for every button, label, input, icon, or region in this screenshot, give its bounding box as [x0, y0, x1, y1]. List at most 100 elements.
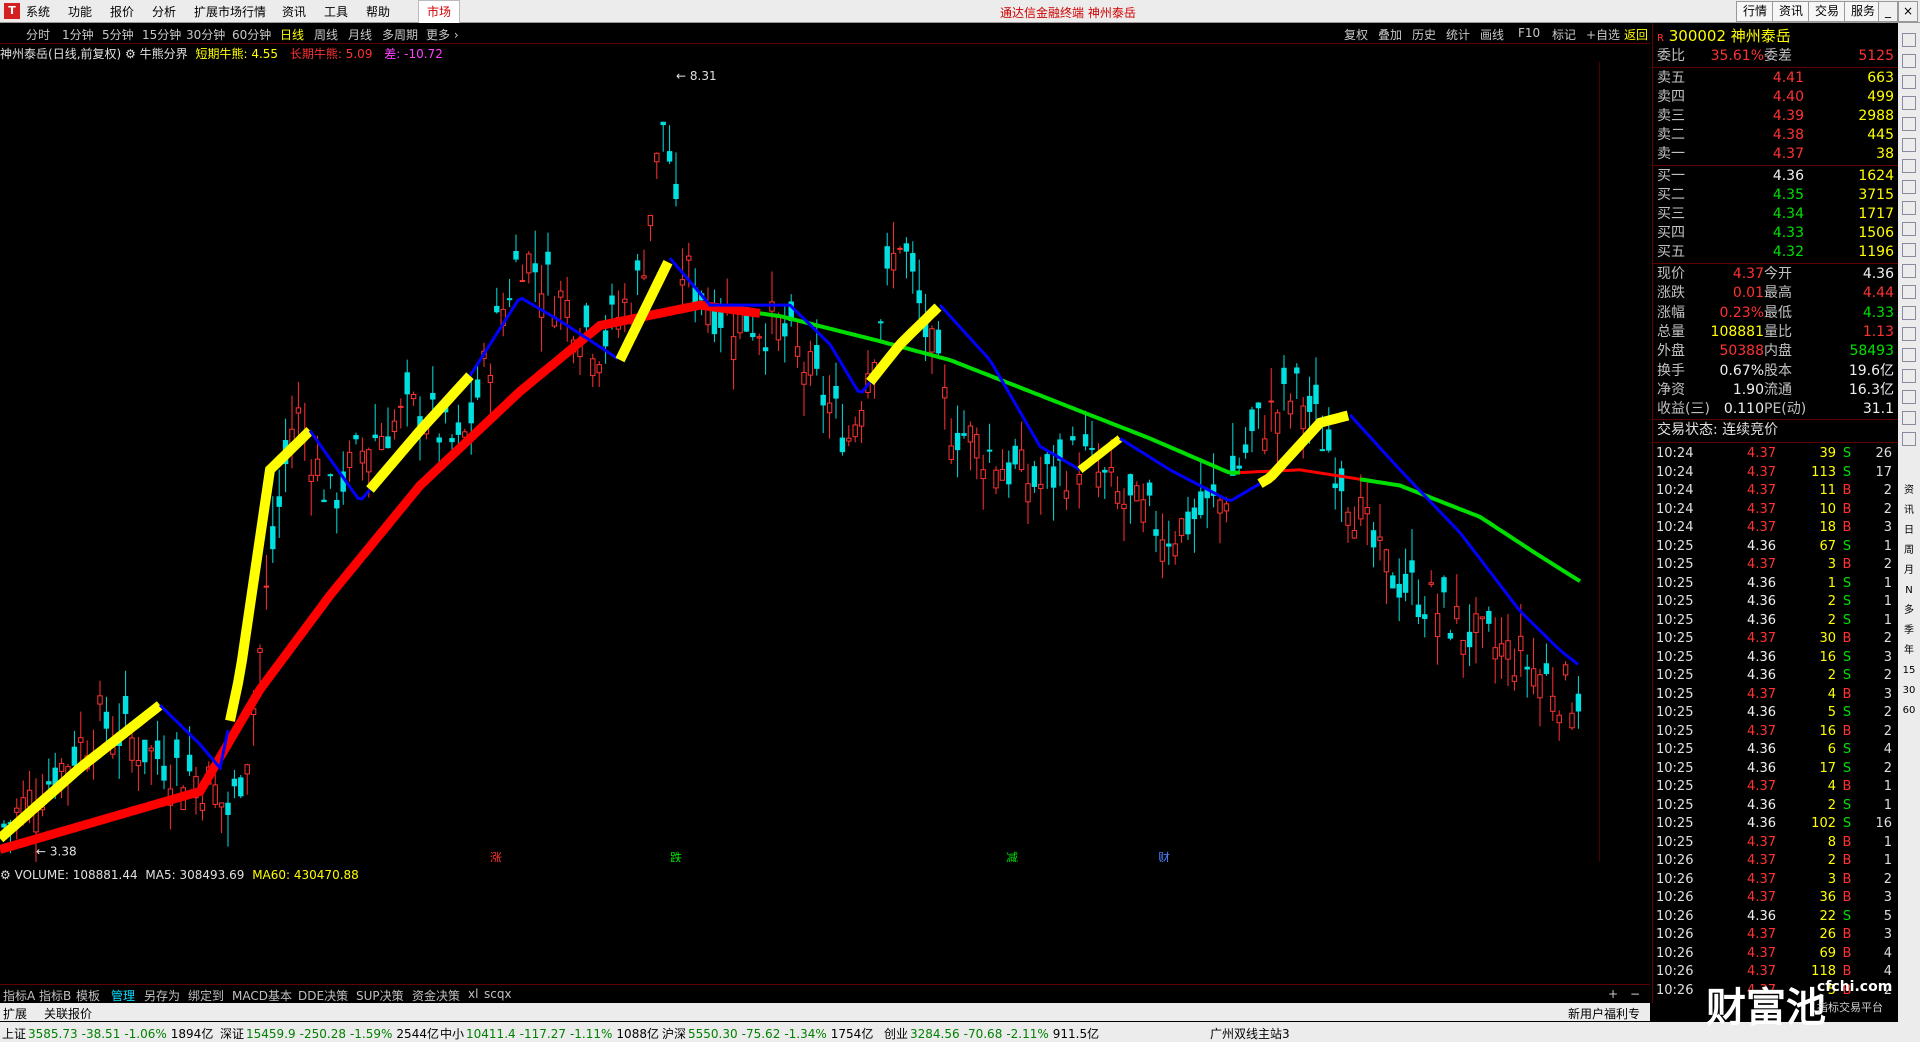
tab-save-as[interactable]: 另存为	[144, 987, 180, 1004]
extension-button[interactable]: 扩展	[3, 1005, 27, 1022]
strip-daily-icon[interactable]: 日	[1901, 523, 1917, 539]
bid-row[interactable]: 买三 4.34 1717	[1657, 205, 1894, 224]
tab-dde[interactable]: DDE决策	[298, 987, 348, 1004]
period-1min[interactable]: 1分钟	[62, 26, 94, 43]
period-60min[interactable]: 60分钟	[232, 26, 271, 43]
minimize-icon[interactable]: _	[1878, 1, 1898, 22]
tool-icon[interactable]	[1902, 369, 1916, 383]
overlay-button[interactable]: 叠加	[1378, 26, 1402, 43]
menu-extended-market[interactable]: 扩展市场行情	[194, 3, 266, 20]
strip-news-icon[interactable]: 讯	[1901, 503, 1917, 519]
period-15min[interactable]: 15分钟	[142, 26, 181, 43]
menu-tools[interactable]: 工具	[324, 3, 348, 20]
ask-row[interactable]: 卖四 4.40 499	[1657, 88, 1894, 107]
period-monthly[interactable]: 月线	[348, 26, 372, 43]
tool-icon[interactable]	[1902, 264, 1916, 278]
period-weekly[interactable]: 周线	[314, 26, 338, 43]
market-button[interactable]: 市场	[418, 0, 461, 24]
tab-template[interactable]: 模板	[76, 987, 100, 1004]
tool-icon[interactable]	[1902, 306, 1916, 320]
menu-help[interactable]: 帮助	[366, 3, 390, 20]
tool-icon[interactable]	[1902, 159, 1916, 173]
strip-weekly-icon[interactable]: 周	[1901, 543, 1917, 559]
add-watchlist-button[interactable]: +自选	[1586, 26, 1620, 43]
fuquan-button[interactable]: 复权	[1344, 26, 1368, 43]
tab-macd[interactable]: MACD基本	[232, 987, 292, 1004]
news-top-button[interactable]: 资讯	[1772, 1, 1811, 22]
zoom-out-icon[interactable]: −	[1630, 987, 1640, 1001]
strip-year-icon[interactable]: 年	[1901, 643, 1917, 659]
volume-gear-icon[interactable]: ⚙	[0, 868, 11, 882]
tool-icon[interactable]	[1902, 285, 1916, 299]
period-30min[interactable]: 30分钟	[186, 26, 225, 43]
tool-icon[interactable]	[1902, 138, 1916, 152]
tool-icon[interactable]	[1902, 33, 1916, 47]
close-icon[interactable]: ×	[1898, 1, 1918, 22]
tool-icon[interactable]	[1902, 348, 1916, 362]
menu-news[interactable]: 资讯	[282, 3, 306, 20]
ask-row[interactable]: 卖二 4.38 445	[1657, 126, 1894, 145]
zoom-in-icon[interactable]: +	[1608, 987, 1618, 1001]
indicator-name[interactable]: 牛熊分界	[140, 47, 188, 61]
index-quote[interactable]: 上证 3585.73 -38.51 -1.06% 1894亿	[2, 1025, 213, 1042]
menu-quote[interactable]: 报价	[110, 3, 134, 20]
back-button[interactable]: 返回	[1624, 26, 1648, 43]
trade-top-button[interactable]: 交易	[1808, 1, 1847, 22]
tool-icon[interactable]	[1902, 243, 1916, 257]
strip-min15-icon[interactable]: 15	[1901, 663, 1917, 679]
history-button[interactable]: 历史	[1412, 26, 1436, 43]
period-daily[interactable]: 日线	[280, 26, 304, 43]
tool-icon[interactable]	[1902, 432, 1916, 446]
tool-icon[interactable]	[1902, 180, 1916, 194]
stats-button[interactable]: 统计	[1446, 26, 1470, 43]
tool-icon[interactable]	[1902, 54, 1916, 68]
tool-icon[interactable]	[1902, 75, 1916, 89]
index-quote[interactable]: 沪深 5550.30 -75.62 -1.34% 1754亿	[662, 1025, 873, 1042]
tab-fund[interactable]: 资金决策	[412, 987, 460, 1004]
strip-quarter-icon[interactable]: 季	[1901, 623, 1917, 639]
strip-monthly-icon[interactable]: 月	[1901, 563, 1917, 579]
f10-button[interactable]: F10	[1518, 26, 1540, 40]
bid-row[interactable]: 买一 4.36 1624	[1657, 167, 1894, 186]
tool-icon[interactable]	[1902, 222, 1916, 236]
index-quote[interactable]: 中小 10411.4 -117.27 -1.11% 1088亿	[440, 1025, 659, 1042]
ask-row[interactable]: 卖三 4.39 2988	[1657, 107, 1894, 126]
strip-min30-icon[interactable]: 30	[1901, 683, 1917, 699]
strip-multi-icon[interactable]: 多	[1901, 603, 1917, 619]
bid-row[interactable]: 买五 4.32 1196	[1657, 243, 1894, 262]
index-quote[interactable]: 创业 3284.56 -70.68 -2.11% 911.5亿	[884, 1025, 1099, 1042]
tab-xl[interactable]: xl	[468, 987, 478, 1001]
ask-row[interactable]: 卖一 4.37 38	[1657, 145, 1894, 164]
tool-icon[interactable]	[1902, 96, 1916, 110]
period-tick[interactable]: 分时	[26, 26, 50, 43]
strip-min60-icon[interactable]: 60	[1901, 703, 1917, 719]
tab-indicator-b[interactable]: 指标B	[39, 987, 71, 1004]
index-quote[interactable]: 深证 15459.9 -250.28 -1.59% 2544亿	[220, 1025, 439, 1042]
tool-icon[interactable]	[1902, 201, 1916, 215]
tool-icon[interactable]	[1902, 117, 1916, 131]
menu-analysis[interactable]: 分析	[152, 3, 176, 20]
server-label[interactable]: 广州双线主站3	[1210, 1025, 1290, 1042]
strip-info-icon[interactable]: 资	[1901, 483, 1917, 499]
period-5min[interactable]: 5分钟	[102, 26, 134, 43]
service-top-button[interactable]: 服务	[1844, 1, 1883, 22]
period-multi[interactable]: 多周期	[382, 26, 418, 43]
tool-icon[interactable]	[1902, 390, 1916, 404]
quote-top-button[interactable]: 行情	[1736, 1, 1775, 22]
indicator-gear-icon[interactable]: ⚙	[125, 47, 136, 61]
menu-system[interactable]: 系统	[26, 3, 50, 20]
tab-sup[interactable]: SUP决策	[356, 987, 404, 1004]
menu-function[interactable]: 功能	[68, 3, 92, 20]
mark-button[interactable]: 标记	[1552, 26, 1576, 43]
period-more[interactable]: 更多 ›	[426, 26, 459, 43]
tab-scqx[interactable]: scqx	[484, 987, 512, 1001]
tool-icon[interactable]	[1902, 327, 1916, 341]
draw-button[interactable]: 画线	[1480, 26, 1504, 43]
strip-n-icon[interactable]: N	[1901, 583, 1917, 599]
tab-bind-to[interactable]: 绑定到	[188, 987, 224, 1004]
related-quote-button[interactable]: 关联报价	[44, 1005, 92, 1022]
tool-icon[interactable]	[1902, 411, 1916, 425]
tab-manage[interactable]: 管理	[111, 987, 135, 1004]
tab-indicator-a[interactable]: 指标A	[3, 987, 35, 1004]
bid-row[interactable]: 买四 4.33 1506	[1657, 224, 1894, 243]
